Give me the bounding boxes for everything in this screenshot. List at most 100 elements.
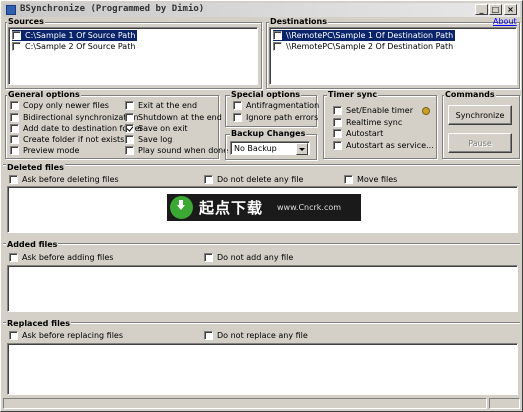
option-label: Autostart: [346, 129, 384, 138]
option-do-not-delete[interactable]: Do not delete any file: [204, 174, 303, 185]
chevron-down-icon[interactable]: [296, 143, 308, 155]
option-label: Save on exit: [138, 124, 188, 133]
option-label: Exit at the end: [138, 101, 198, 110]
backup-changes-title: Backup Changes: [230, 129, 307, 138]
special-options-title: Special options: [230, 90, 302, 99]
option-ask-before-adding[interactable]: Ask before adding files: [9, 252, 113, 263]
checkbox[interactable]: [333, 118, 342, 127]
checkbox[interactable]: [10, 146, 19, 155]
checkbox[interactable]: [233, 101, 242, 110]
checkbox[interactable]: [9, 331, 18, 340]
destination-item[interactable]: \\RemotePC\Sample 1 Of Destination Path: [273, 30, 456, 41]
replaced-files-title: Replaced files: [6, 319, 71, 328]
sources-title: Sources: [7, 17, 45, 26]
destination-item-checkbox[interactable]: [273, 31, 282, 40]
option-set-enable-timer[interactable]: Set/Enable timer: [333, 105, 413, 116]
watermark-text: 起点下载: [199, 199, 264, 217]
added-files-list[interactable]: [7, 265, 518, 312]
option-save-on-exit[interactable]: Save on exit: [125, 123, 188, 134]
checkbox[interactable]: [344, 175, 353, 184]
general-options-title: General options: [7, 90, 81, 99]
option-preview-mode[interactable]: Preview mode: [10, 145, 79, 156]
checkbox[interactable]: [10, 124, 19, 133]
checkbox[interactable]: [204, 175, 213, 184]
checkbox[interactable]: [125, 124, 134, 133]
option-label: Do not replace any file: [217, 331, 308, 340]
status-segment: [489, 398, 520, 409]
option-label: Create folder if not exists: [23, 135, 125, 144]
status-segment: [3, 398, 487, 409]
option-do-not-replace[interactable]: Do not replace any file: [204, 330, 308, 341]
option-label: Realtime sync: [346, 118, 403, 127]
checkbox[interactable]: [125, 113, 134, 122]
destinations-list[interactable]: \\RemotePC\Sample 1 Of Destination Path …: [269, 27, 517, 85]
checkbox[interactable]: [333, 129, 342, 138]
option-realtime-sync[interactable]: Realtime sync: [333, 117, 402, 128]
timer-icon[interactable]: [422, 107, 430, 115]
window-title: BSynchronize (Programmed by Dimio): [20, 4, 205, 14]
source-item[interactable]: C:\Sample 1 Of Source Path: [12, 30, 138, 41]
added-files-title: Added files: [6, 240, 59, 249]
maximize-button[interactable]: □: [489, 4, 502, 15]
source-item-checkbox[interactable]: [12, 31, 21, 40]
source-item-checkbox[interactable]: [12, 42, 21, 51]
replaced-files-list[interactable]: [7, 343, 518, 395]
source-item-label: C:\Sample 1 Of Source Path: [25, 31, 136, 40]
sources-list[interactable]: C:\Sample 1 Of Source Path C:\Sample 2 O…: [8, 27, 258, 85]
option-do-not-add[interactable]: Do not add any file: [204, 252, 293, 263]
checkbox[interactable]: [333, 106, 342, 115]
option-ask-before-deleting[interactable]: Ask before deleting files: [9, 174, 119, 185]
option-ignore-path-errors[interactable]: Ignore path errors: [233, 112, 318, 123]
option-exit-at-end[interactable]: Exit at the end: [125, 100, 197, 111]
option-save-log[interactable]: Save log: [125, 134, 172, 145]
app-window: BSynchronize (Programmed by Dimio) _ □ ×…: [0, 0, 523, 412]
checkbox[interactable]: [125, 146, 134, 155]
watermark-banner: 起点下载 www.Cncrk.com: [167, 194, 361, 221]
deleted-files-title: Deleted files: [6, 163, 65, 172]
synchronize-button[interactable]: Synchronize: [448, 105, 512, 125]
option-label: Do not delete any file: [217, 175, 304, 184]
option-label: Copy only newer files: [23, 101, 109, 110]
checkbox[interactable]: [333, 141, 342, 150]
checkbox[interactable]: [125, 101, 134, 110]
option-play-sound[interactable]: Play sound when done: [125, 145, 228, 156]
option-create-folder[interactable]: Create folder if not exists: [10, 134, 124, 145]
checkbox[interactable]: [10, 113, 19, 122]
about-link[interactable]: About: [493, 17, 517, 26]
checkbox[interactable]: [9, 253, 18, 262]
checkbox[interactable]: [233, 113, 242, 122]
checkbox[interactable]: [9, 175, 18, 184]
checkbox[interactable]: [125, 135, 134, 144]
destinations-title: Destinations: [269, 17, 329, 26]
option-label: Preview mode: [23, 146, 80, 155]
checkbox[interactable]: [204, 331, 213, 340]
option-shutdown-at-end[interactable]: Shutdown at the end: [125, 112, 222, 123]
option-antifragmentation[interactable]: Antifragmentation: [233, 100, 319, 111]
option-label: Shutdown at the end: [138, 113, 222, 122]
backup-mode-select[interactable]: No Backup: [230, 141, 310, 155]
option-copy-only-newer[interactable]: Copy only newer files: [10, 100, 109, 111]
destination-item[interactable]: \\RemotePC\Sample 2 Of Destination Path: [273, 41, 453, 52]
minimize-button[interactable]: _: [475, 4, 488, 15]
option-label: Ask before replacing files: [22, 331, 124, 340]
option-label: Ignore path errors: [246, 113, 319, 122]
option-label: Save log: [138, 135, 173, 144]
source-item[interactable]: C:\Sample 2 Of Source Path: [12, 41, 135, 52]
option-label: Antifragmentation: [246, 101, 320, 110]
close-button[interactable]: ×: [504, 4, 517, 15]
pause-button[interactable]: Pause: [448, 133, 512, 153]
option-move-files[interactable]: Move files: [344, 174, 397, 185]
destination-item-label: \\RemotePC\Sample 1 Of Destination Path: [286, 31, 454, 40]
destination-item-checkbox[interactable]: [273, 42, 282, 51]
title-bar[interactable]: BSynchronize (Programmed by Dimio) _ □ ×: [3, 3, 520, 17]
option-bidirectional[interactable]: Bidirectional synchronization: [10, 112, 139, 123]
checkbox[interactable]: [10, 101, 19, 110]
checkbox[interactable]: [10, 135, 19, 144]
option-add-date[interactable]: Add date to destination folder: [10, 123, 143, 134]
section-separator: [3, 322, 520, 324]
checkbox[interactable]: [204, 253, 213, 262]
option-autostart-service[interactable]: Autostart as service...: [333, 140, 434, 151]
option-autostart[interactable]: Autostart: [333, 128, 383, 139]
option-ask-before-replacing[interactable]: Ask before replacing files: [9, 330, 123, 341]
section-separator: [3, 243, 520, 245]
